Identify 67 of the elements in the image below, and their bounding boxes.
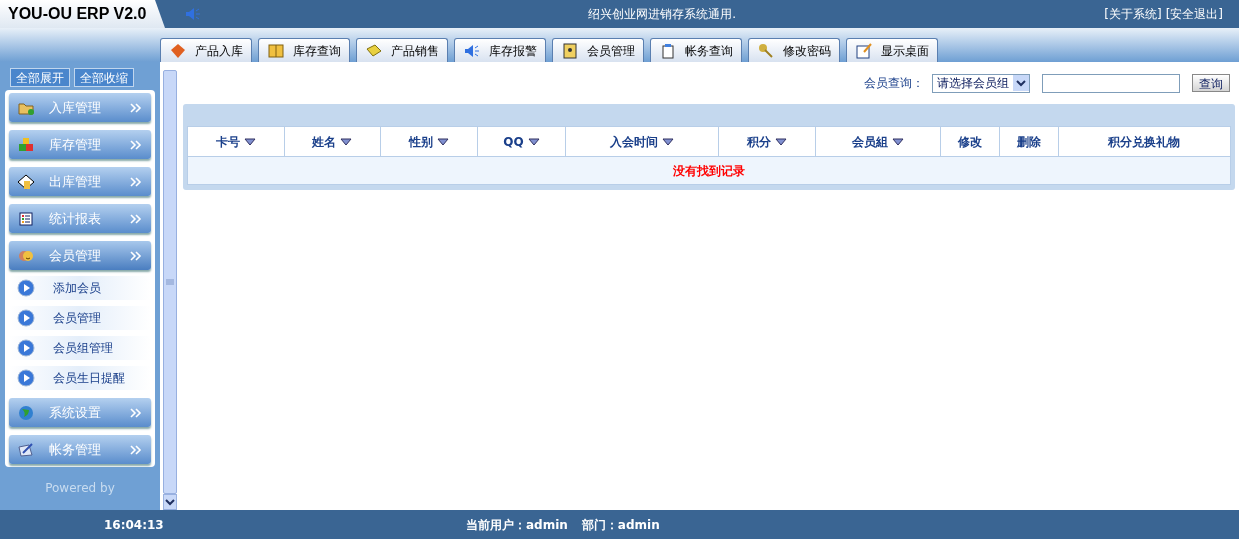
- powered-by-text: Powered by: [44, 480, 116, 497]
- double-chevron-icon: [129, 101, 143, 114]
- dropdown-icon: [1013, 75, 1029, 91]
- list-icon: [17, 209, 35, 228]
- column-header[interactable]: 入会时间: [565, 126, 719, 157]
- play-icon: [17, 369, 35, 387]
- nav-tab[interactable]: 产品入库: [160, 38, 252, 62]
- nav-tab[interactable]: 库存查询: [258, 38, 350, 62]
- current-user-text: 当前用户：admin: [466, 516, 568, 534]
- search-field[interactable]: [1042, 73, 1180, 93]
- sidebar-button[interactable]: 全部收缩: [74, 68, 134, 87]
- double-chevron-icon: [129, 175, 143, 188]
- column-header: 修改: [940, 126, 1000, 157]
- house-icon: [17, 172, 35, 191]
- column-header[interactable]: 积分: [718, 126, 816, 157]
- scrollbar[interactable]: [163, 70, 177, 494]
- notice-text: 绍兴创业网进销存系统通用.: [588, 6, 737, 23]
- grip-icon: [166, 278, 174, 286]
- play-icon: [17, 309, 35, 327]
- column-header[interactable]: 性别: [380, 126, 478, 157]
- header-link[interactable]: [关于系统]: [1104, 5, 1162, 23]
- search-button[interactable]: 查询: [1192, 74, 1230, 92]
- play-icon: [17, 339, 35, 357]
- pen-paper-icon: [17, 440, 35, 459]
- app-title: YOU-OU ERP V2.0: [8, 4, 147, 24]
- nav-tab[interactable]: 显示桌面: [846, 38, 938, 62]
- desktop-icon: [855, 41, 873, 60]
- cubes-icon: [17, 135, 35, 154]
- clock-text: 16:04:13: [104, 516, 165, 534]
- column-header: 积分兑换礼物: [1058, 126, 1231, 157]
- sort-arrow-icon: [775, 137, 788, 146]
- double-chevron-icon: [129, 443, 143, 456]
- id-card-icon: [561, 41, 579, 60]
- key-icon: [757, 41, 775, 60]
- sort-arrow-icon: [527, 137, 540, 146]
- sidebar-button[interactable]: 全部展开: [10, 68, 70, 87]
- nav-tab[interactable]: 产品销售: [356, 38, 448, 62]
- header-link[interactable]: [安全退出]: [1165, 5, 1223, 23]
- nav-tab[interactable]: 修改密码: [748, 38, 840, 62]
- column-header[interactable]: QQ: [477, 126, 566, 157]
- nav-tab[interactable]: 会员管理: [552, 38, 644, 62]
- sort-arrow-icon: [243, 137, 256, 146]
- sort-arrow-icon: [662, 137, 675, 146]
- box-icon: [169, 41, 187, 60]
- sort-arrow-icon: [340, 137, 353, 146]
- double-chevron-icon: [129, 249, 143, 262]
- empty-message: 没有找到记录: [187, 156, 1231, 185]
- scroll-down-icon[interactable]: [163, 494, 177, 510]
- nav-tab[interactable]: 帐务查询: [650, 38, 742, 62]
- sort-arrow-icon: [437, 137, 450, 146]
- column-header[interactable]: 卡号: [187, 126, 285, 157]
- play-icon: [17, 279, 35, 297]
- column-header: 删除: [999, 126, 1059, 157]
- globe-icon: [17, 403, 35, 422]
- sort-arrow-icon: [892, 137, 904, 146]
- clipboard-icon: [659, 41, 677, 60]
- book-icon: [267, 41, 285, 60]
- nav-tab[interactable]: 库存报警: [454, 38, 546, 62]
- speaker-icon: [183, 5, 202, 23]
- column-header[interactable]: 姓名: [284, 126, 381, 157]
- double-chevron-icon: [129, 138, 143, 151]
- column-header[interactable]: 会员組: [815, 126, 941, 157]
- group-select[interactable]: 请选择会员组: [932, 73, 1030, 93]
- search-label: 会员查询：: [864, 75, 924, 92]
- double-chevron-icon: [129, 406, 143, 419]
- double-chevron-icon: [129, 212, 143, 225]
- department-text: 部门：admin: [581, 516, 660, 534]
